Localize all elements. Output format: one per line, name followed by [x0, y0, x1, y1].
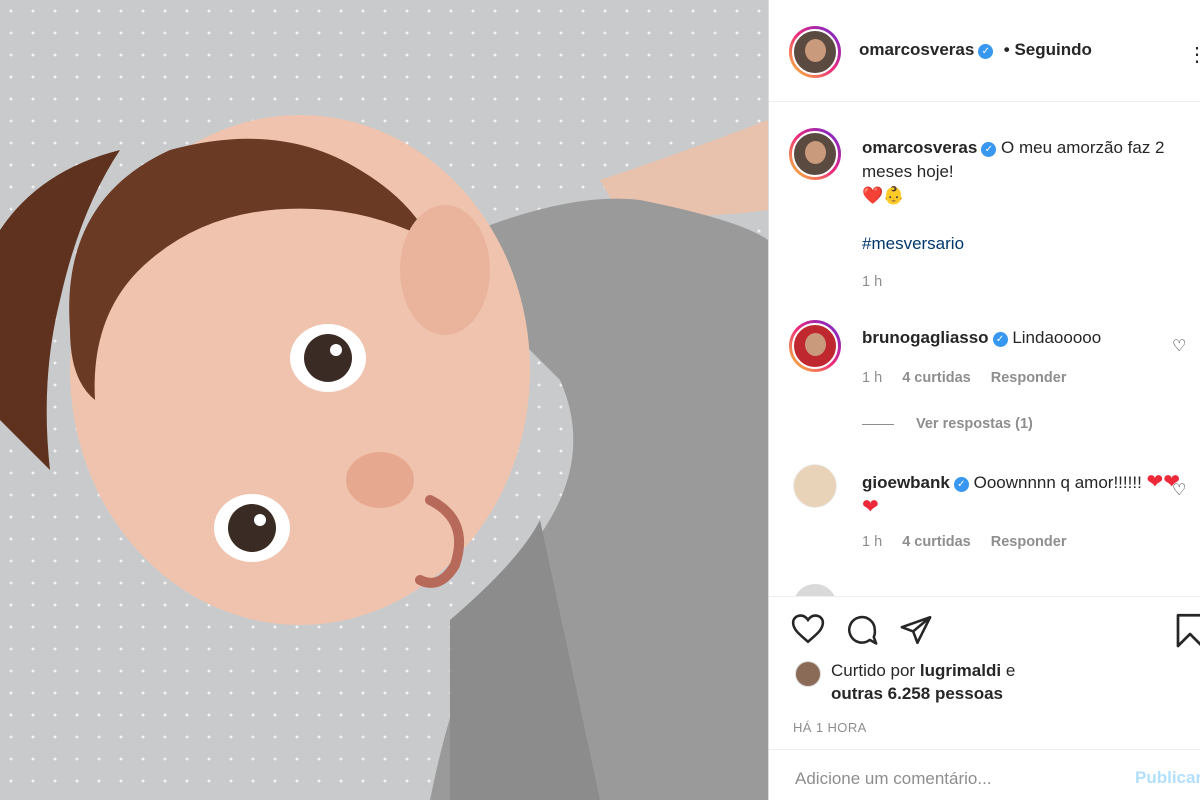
caption-username[interactable]: omarcosveras	[862, 138, 977, 157]
reply-button[interactable]: Responder	[991, 534, 1067, 550]
more-options-icon[interactable]: ⋮	[1187, 42, 1200, 67]
comment-like-heart-icon[interactable]: ♡	[1172, 336, 1186, 356]
post-header: omarcosveras ✓ • Seguindo ⋮	[769, 0, 1200, 102]
comment-avatar[interactable]	[793, 584, 837, 596]
comment-text: Ooownnnn q amor!!!!!!	[973, 473, 1147, 492]
reply-button[interactable]: Responder	[991, 370, 1067, 386]
add-comment-bar: Publicar	[769, 749, 1200, 801]
author-avatar[interactable]	[789, 26, 841, 78]
view-replies-label: Ver respostas (1)	[916, 416, 1033, 432]
verified-icon: ✓	[992, 332, 1008, 347]
liker-avatar[interactable]	[795, 661, 821, 687]
comment-likes[interactable]: 4 curtidas	[902, 370, 971, 386]
post-actions: Curtido por lugrimaldi e outras 6.258 pe…	[769, 596, 1200, 800]
comment-avatar[interactable]	[789, 320, 841, 372]
view-replies-button[interactable]: Ver respostas (1)	[916, 416, 1049, 432]
comment-text-block: gioewbank ✓ Ooownnnn q amor!!!!!! ❤❤❤	[862, 470, 1182, 520]
caption-time[interactable]: 1 h	[862, 274, 882, 290]
comments-list[interactable]: omarcosveras ✓ O meu amorzão faz 2 meses …	[769, 102, 1200, 596]
publish-button[interactable]: Publicar	[1135, 768, 1200, 788]
post-side-panel: omarcosveras ✓ • Seguindo ⋮ omarcosveras ✓…	[768, 0, 1200, 800]
bookmark-icon[interactable]	[1175, 613, 1200, 649]
comment-like-heart-icon[interactable]: ♡	[1172, 480, 1186, 500]
comment-avatar[interactable]	[793, 464, 837, 508]
caption-hashtag[interactable]: #mesversario	[862, 232, 1182, 256]
likes-summary: Curtido por lugrimaldi e outras 6.258 pe…	[831, 659, 1015, 705]
heart-icon[interactable]	[791, 613, 825, 645]
comment-time[interactable]: 1 h	[862, 534, 882, 550]
comment-meta: 1 h 4 curtidas Responder	[862, 370, 1082, 386]
caption-text-block: omarcosveras ✓ O meu amorzão faz 2 meses …	[862, 136, 1182, 208]
baby-illustration	[0, 115, 768, 800]
liker-username[interactable]: lugrimaldi	[920, 661, 1001, 680]
add-comment-input[interactable]	[793, 768, 1117, 790]
author-line: omarcosveras ✓ • Seguindo	[859, 40, 1092, 60]
likes-others[interactable]: outras 6.258 pessoas	[831, 684, 1003, 703]
post-photo[interactable]	[0, 0, 768, 800]
comment-text-block: brunogagliasso ✓ Lindaooooo	[862, 326, 1182, 350]
comment-likes[interactable]: 4 curtidas	[902, 534, 971, 550]
share-icon[interactable]	[899, 613, 933, 647]
comment-meta: 1 h 4 curtidas Responder	[862, 534, 1082, 550]
caption-emojis: ❤️👶	[862, 186, 905, 205]
follow-status[interactable]: • Seguindo	[1004, 40, 1092, 59]
comment-time[interactable]: 1 h	[862, 370, 882, 386]
author-username[interactable]: omarcosveras	[859, 40, 974, 59]
caption-avatar[interactable]	[789, 128, 841, 180]
verified-icon: ✓	[953, 477, 969, 492]
post-timestamp[interactable]: HÁ 1 HORA	[793, 720, 867, 735]
comment-icon[interactable]	[845, 613, 879, 647]
comment-username[interactable]: brunogagliasso	[862, 328, 989, 347]
comment-username[interactable]: gioewbank	[862, 473, 950, 492]
verified-icon: ✓	[978, 44, 994, 59]
liked-by-connector: e	[1005, 661, 1016, 680]
replies-divider	[862, 424, 894, 425]
comment-text: Lindaooooo	[1012, 328, 1102, 347]
liked-by-prefix: Curtido por	[831, 661, 916, 680]
verified-icon: ✓	[981, 142, 997, 157]
